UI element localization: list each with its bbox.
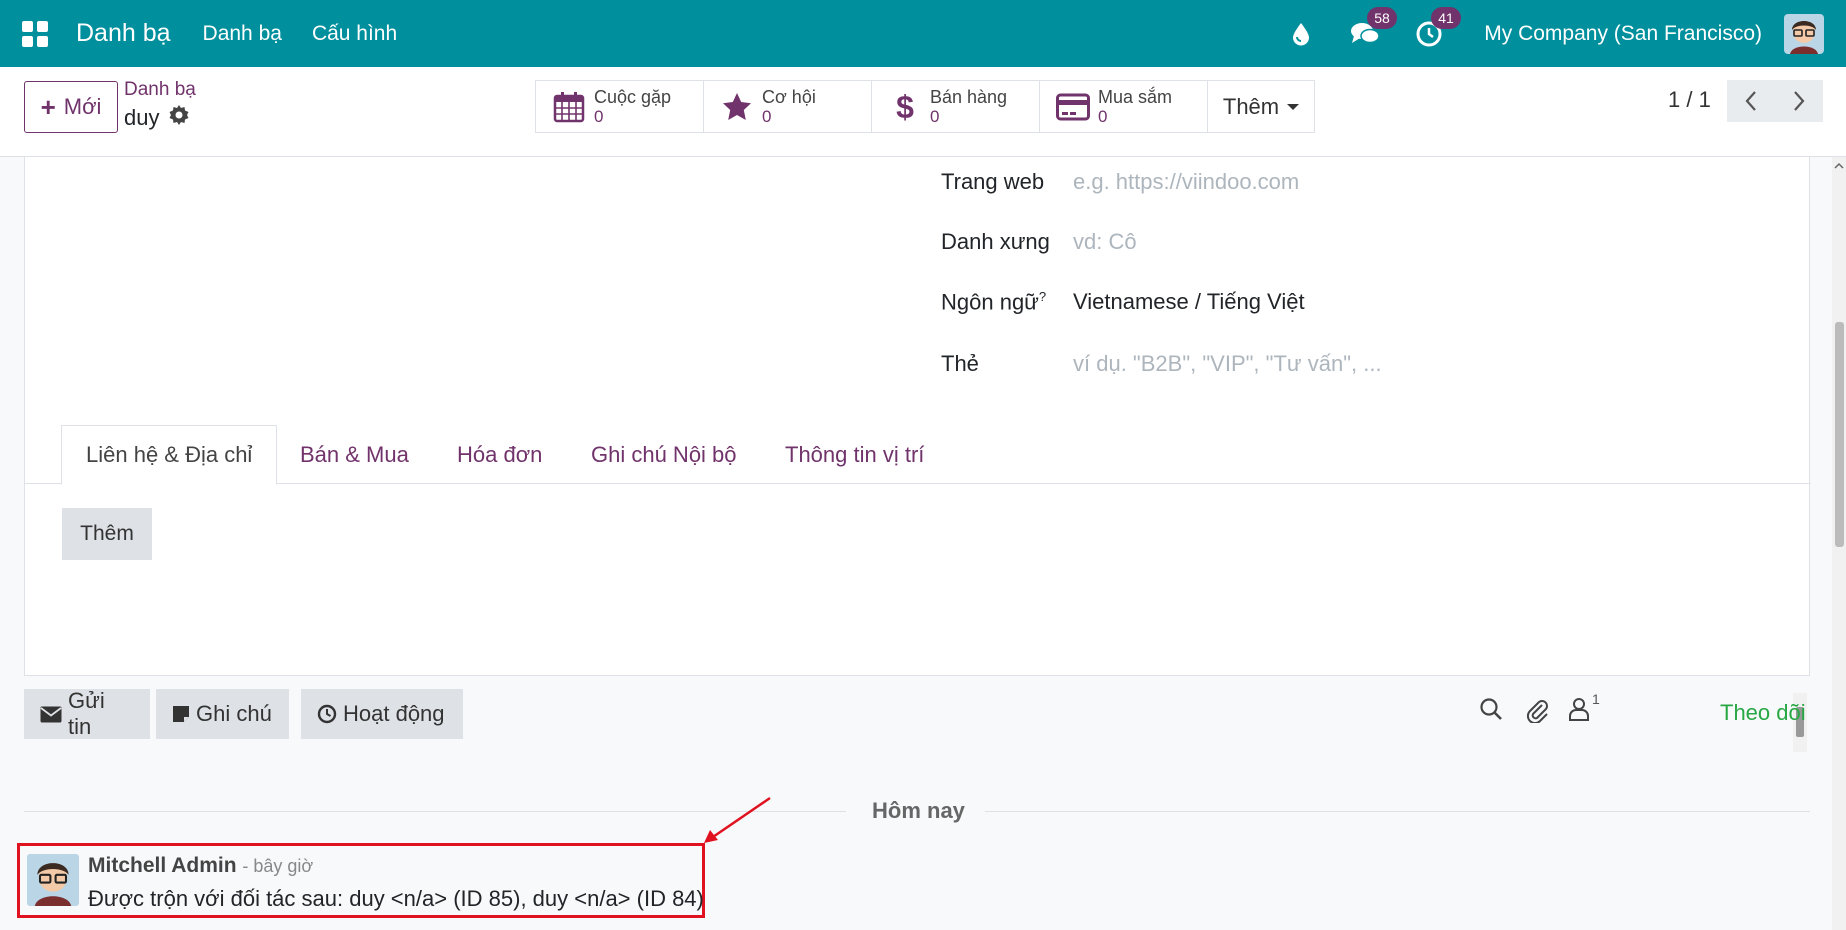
notebook-tabs: Liên hệ & Địa chỉ Bán & Mua Hóa đơn Ghi …: [25, 425, 1811, 752]
caret-down-icon: [1287, 103, 1300, 110]
star-icon: [720, 91, 754, 123]
purchases-smart-button[interactable]: Mua sắm 0: [1040, 81, 1208, 132]
envelope-icon: [40, 706, 62, 723]
water-drop-icon[interactable]: [1286, 19, 1316, 49]
message-author[interactable]: Mitchell Admin - bây giờ: [88, 854, 313, 878]
help-tooltip-icon[interactable]: ?: [1039, 289, 1046, 304]
sticky-note-icon: [172, 705, 190, 723]
sales-smart-button[interactable]: $ Bán hàng 0: [872, 81, 1040, 132]
clock-icon: [317, 704, 337, 724]
tab-location-info[interactable]: Thông tin vị trí: [785, 425, 924, 484]
log-note-button[interactable]: Ghi chú: [156, 689, 289, 739]
follow-button[interactable]: Theo dõi: [1720, 700, 1806, 726]
chatter-message: Mitchell Admin - bây giờ Được trộn với đ…: [17, 843, 705, 918]
title-input[interactable]: vd: Cô: [1073, 229, 1137, 255]
app-brand[interactable]: Danh bạ: [76, 19, 171, 48]
language-label: Ngôn ngữ?: [941, 289, 1047, 315]
opportunities-smart-button[interactable]: Cơ hội 0: [704, 81, 872, 132]
tab-sales-purchase[interactable]: Bán & Mua: [300, 425, 409, 484]
chevron-right-icon: [1794, 91, 1805, 111]
calendar-icon: [552, 91, 586, 123]
tab-invoicing[interactable]: Hóa đơn: [457, 425, 542, 484]
more-smart-buttons-dropdown[interactable]: Thêm: [1208, 81, 1314, 132]
scrollbar-thumb[interactable]: [1835, 322, 1844, 547]
page-scrollbar[interactable]: [1832, 157, 1846, 930]
date-separator-label: Hôm nay: [872, 798, 965, 823]
language-row: Ngôn ngữ? Vietnamese / Tiếng Việt: [941, 289, 1305, 315]
title-label: Danh xưng: [941, 229, 1050, 254]
activities-badge: 41: [1431, 6, 1461, 29]
user-avatar[interactable]: [1784, 13, 1824, 54]
annotation-arrow: [704, 796, 771, 843]
chevron-left-icon: [1745, 91, 1756, 111]
gear-icon[interactable]: [169, 105, 189, 131]
tags-input[interactable]: ví dụ. "B2B", "VIP", "Tư vấn", ...: [1073, 351, 1382, 377]
credit-card-icon: [1056, 93, 1090, 121]
form-sheet: Trang web e.g. https://viindoo.com Danh …: [24, 157, 1811, 752]
breadcrumb-contacts[interactable]: Danh bạ: [124, 79, 196, 101]
smart-buttons: Cuộc gặp 0 Cơ hội 0 $ Bán hàng 0 Mua sắm 0 T…: [535, 80, 1315, 133]
menu-configuration[interactable]: Cấu hình: [312, 22, 397, 46]
followers-count: 1: [1592, 691, 1600, 707]
messages-badge: 58: [1367, 6, 1397, 29]
apps-menu-icon[interactable]: [22, 20, 48, 47]
pager-previous-button[interactable]: [1727, 80, 1775, 122]
schedule-activity-button[interactable]: Hoạt động: [301, 689, 463, 739]
date-separator-line-right: [985, 811, 1810, 812]
messages-icon[interactable]: 58: [1350, 6, 1397, 49]
author-avatar[interactable]: [27, 854, 79, 906]
followers-button[interactable]: 1: [1569, 691, 1600, 721]
new-record-button[interactable]: + Mới: [24, 81, 118, 133]
tags-label: Thẻ: [941, 351, 979, 376]
message-time: - bây giờ: [242, 856, 314, 876]
search-messages-icon[interactable]: [1479, 697, 1503, 721]
dollar-icon: $: [888, 90, 922, 124]
tab-contacts-addresses[interactable]: Liên hệ & Địa chỉ: [61, 425, 278, 485]
tags-row: Thẻ ví dụ. "B2B", "VIP", "Tư vấn", ...: [941, 351, 1382, 377]
website-row: Trang web e.g. https://viindoo.com: [941, 169, 1299, 195]
language-select[interactable]: Vietnamese / Tiếng Việt: [1073, 289, 1305, 315]
user-icon: [1569, 698, 1589, 721]
svg-text:$: $: [896, 90, 914, 124]
top-navbar: Danh bạ Danh bạ Cấu hình 58 41 My Compan…: [0, 0, 1846, 67]
control-panel: + Mới Danh bạ duy Cuộc gặp 0 Cơ hội 0 $ Bán…: [0, 67, 1846, 157]
activities-clock-icon[interactable]: 41: [1414, 6, 1461, 49]
send-message-button[interactable]: Gửi tin: [24, 688, 150, 739]
title-row: Danh xưng vd: Cô: [941, 229, 1137, 255]
breadcrumb-current-record: duy: [124, 105, 189, 131]
message-body: Được trộn với đối tác sau: duy <n/a> (ID…: [88, 886, 704, 911]
tab-internal-notes[interactable]: Ghi chú Nội bộ: [591, 425, 737, 484]
add-contact-button[interactable]: Thêm: [62, 508, 152, 560]
website-input[interactable]: e.g. https://viindoo.com: [1073, 169, 1299, 195]
scroll-up-icon[interactable]: [1832, 161, 1846, 171]
record-name: duy: [124, 105, 160, 130]
pager-value[interactable]: 1 / 1: [1668, 87, 1711, 113]
menu-contacts[interactable]: Danh bạ: [203, 22, 282, 46]
paperclip-icon[interactable]: [1525, 697, 1549, 723]
company-switcher[interactable]: My Company (San Francisco): [1484, 22, 1762, 46]
plus-icon: +: [40, 91, 56, 122]
website-label: Trang web: [941, 169, 1045, 194]
pager-next-button[interactable]: [1775, 80, 1823, 122]
meetings-smart-button[interactable]: Cuộc gặp 0: [536, 81, 704, 132]
